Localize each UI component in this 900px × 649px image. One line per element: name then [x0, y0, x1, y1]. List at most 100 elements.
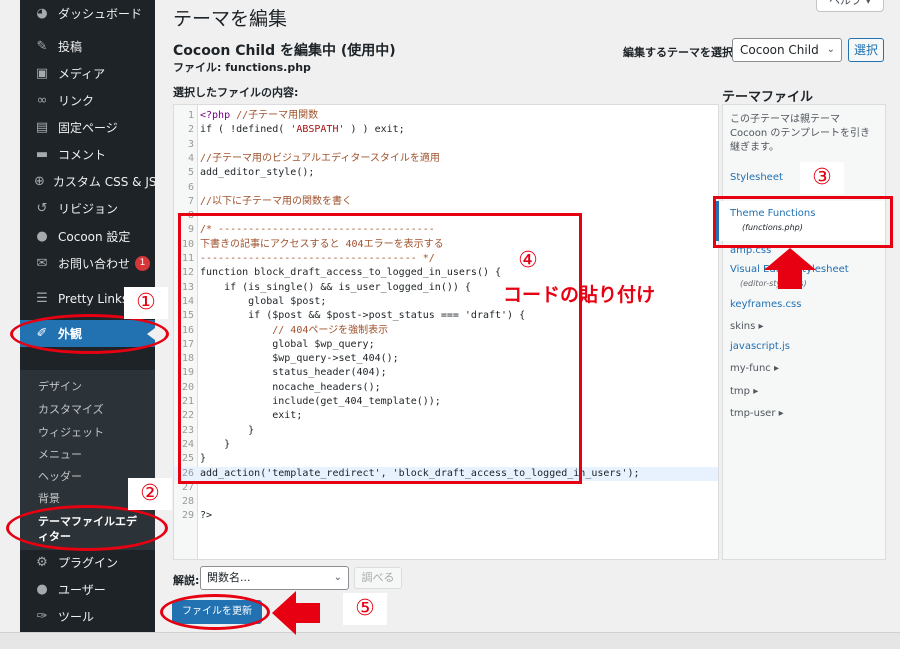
sidebar-item-label: Pretty Links	[58, 291, 129, 306]
appearance-highlight-ellipse	[10, 314, 169, 354]
sidebar-item-label: ダッシュボード	[58, 7, 143, 21]
theme-files-description: この子テーマは親テーマ Cocoon のテンプレートを引き継ぎます。	[730, 113, 878, 155]
up-arrow-annotation	[764, 248, 816, 289]
folder-skins[interactable]: skins ▸	[730, 321, 764, 332]
chevron-down-icon: ⌄	[826, 44, 835, 55]
code-line: 6	[174, 181, 718, 195]
paste-code-note: コードの貼り付け	[503, 284, 656, 306]
code-token: 'ABSPATH'	[290, 124, 345, 136]
media-icon: ▣	[35, 65, 49, 81]
submenu-item[interactable]: カスタマイズ	[38, 401, 104, 417]
code-line: 1 <?php //子テーマ用関数	[174, 109, 718, 123]
submenu-item[interactable]: メニュー	[38, 446, 82, 462]
sidebar-item-media[interactable]: ▣ メディア	[20, 60, 155, 87]
sidebar-item-link[interactable]: ∞ リンク	[20, 87, 155, 114]
sidebar-item-label: カスタム CSS & JS	[52, 175, 157, 189]
submenu-item[interactable]: 背景	[38, 490, 60, 506]
revision-icon: ↺	[36, 200, 48, 216]
submenu-item[interactable]: デザイン	[38, 378, 82, 394]
sidebar-item-user[interactable]: ● ユーザー	[20, 576, 155, 603]
sidebar-item-page[interactable]: ▤ 固定ページ	[20, 114, 155, 141]
folder-tmp-user[interactable]: tmp-user ▸	[730, 408, 784, 419]
annotation-number-2: ②	[128, 478, 172, 510]
annotation-number-1: ①	[124, 287, 168, 319]
theme-select[interactable]: Cocoon Child ⌄	[732, 38, 842, 62]
function-select[interactable]: 関数名... ⌄	[200, 566, 349, 590]
documentation-label: 解説:	[173, 574, 200, 587]
folder-my-func[interactable]: my-func ▸	[730, 363, 779, 374]
editing-theme-heading: Cocoon Child を編集中 (使用中)	[173, 43, 396, 59]
code-token: //子テーマ用関数	[236, 110, 319, 121]
plugin-icon: ⚙	[36, 554, 48, 570]
annotation-number-5: ⑤	[343, 593, 387, 625]
pretty-links-icon: ☰	[36, 290, 48, 306]
help-tab[interactable]: ヘルプ ▾	[816, 0, 884, 12]
sidebar-item-comment[interactable]: ▬ コメント	[20, 141, 155, 168]
page-icon: ▤	[35, 119, 49, 135]
code-token: if ( !defined(	[200, 124, 291, 136]
theme-select-value: Cocoon Child	[740, 43, 819, 57]
line-number: 3	[187, 138, 194, 150]
line-number: 7	[187, 195, 194, 207]
code-token: ?>	[200, 510, 213, 522]
lookup-button[interactable]: 調べる	[354, 567, 402, 589]
sidebar-item-plus[interactable]: ⊕ カスタム CSS & JS	[20, 168, 157, 195]
code-token: //子テーマ用のビジュアルエディタースタイルを適用	[200, 152, 440, 164]
sidebar-item-label: 固定ページ	[58, 121, 118, 135]
comment-icon: ▬	[35, 146, 49, 162]
sidebar-item-label: ユーザー	[58, 583, 106, 597]
sidebar-item-label: リビジョン	[58, 202, 119, 216]
file-link-javascript[interactable]: javascript.js	[730, 341, 790, 352]
file-link-stylesheet[interactable]: Stylesheet	[730, 172, 783, 183]
sidebar-item-label: リンク	[58, 94, 95, 108]
sidebar-item-revision[interactable]: ↺ リビジョン	[20, 195, 155, 222]
folder-tmp[interactable]: tmp ▸	[730, 386, 758, 397]
code-token: //以下に子テーマ用の関数を書く	[200, 195, 353, 207]
sidebar-item-mail[interactable]: ✉ お問い合わせ 1	[20, 250, 155, 277]
annotation-number-4: ④	[518, 248, 538, 273]
line-number: 4	[187, 152, 194, 164]
line-number: 28	[181, 496, 194, 508]
line-number: 1	[187, 110, 194, 121]
function-select-value: 関数名...	[207, 571, 251, 584]
current-file-name: ファイル: functions.php	[173, 61, 311, 74]
annotation-number-3: ③	[800, 162, 844, 194]
wrench-icon: ✑	[36, 608, 48, 624]
sidebar-item-wrench[interactable]: ✑ ツール	[20, 603, 155, 630]
editor-highlight-ellipse	[6, 505, 168, 551]
link-icon: ∞	[36, 92, 48, 108]
sidebar-item-label: プラグイン	[58, 556, 119, 570]
sidebar-item-dashboard[interactable]: ◕ ダッシュボード	[20, 0, 155, 27]
sidebar-item-pin[interactable]: ✎ 投稿	[20, 33, 155, 60]
code-token: ) ) exit;	[344, 124, 405, 136]
code-line: 7 //以下に子テーマ用の関数を書く	[174, 195, 718, 209]
sidebar-item-label: ツール	[58, 610, 95, 624]
sidebar-item-label: コメント	[58, 148, 107, 162]
code-token: add_editor_style();	[200, 167, 315, 179]
submenu-item[interactable]: ヘッダー	[38, 468, 82, 484]
code-line: 3	[174, 138, 718, 152]
user-icon: ●	[36, 581, 48, 597]
select-theme-button[interactable]: 選択	[848, 38, 884, 62]
code-line: 29 ?>	[174, 509, 718, 523]
plus-icon: ⊕	[34, 173, 45, 189]
file-link-keyframes[interactable]: keyframes.css	[730, 299, 801, 310]
sidebar-item-label: 投稿	[58, 40, 83, 54]
pin-icon: ✎	[36, 38, 48, 54]
chevron-down-icon: ⌄	[333, 572, 342, 583]
left-arrow-annotation	[272, 591, 320, 635]
update-highlight-ellipse	[160, 594, 270, 630]
sidebar-item-circle[interactable]: ● Cocoon 設定	[20, 223, 155, 250]
sidebar-item-label: メディア	[58, 67, 106, 81]
line-number: 6	[187, 181, 194, 193]
file-content-label: 選択したファイルの内容:	[173, 86, 299, 99]
sidebar-item-plugin[interactable]: ⚙ プラグイン	[20, 549, 155, 576]
code-line: 5 add_editor_style();	[174, 166, 718, 180]
footer-bar	[0, 632, 900, 649]
notification-badge: 1	[135, 256, 151, 271]
dashboard-icon: ◕	[36, 5, 48, 21]
sidebar-item-label: Cocoon 設定	[58, 230, 131, 244]
theme-select-label: 編集するテーマを選択:	[623, 46, 738, 59]
line-number: 2	[187, 124, 194, 136]
submenu-item[interactable]: ウィジェット	[38, 424, 104, 440]
